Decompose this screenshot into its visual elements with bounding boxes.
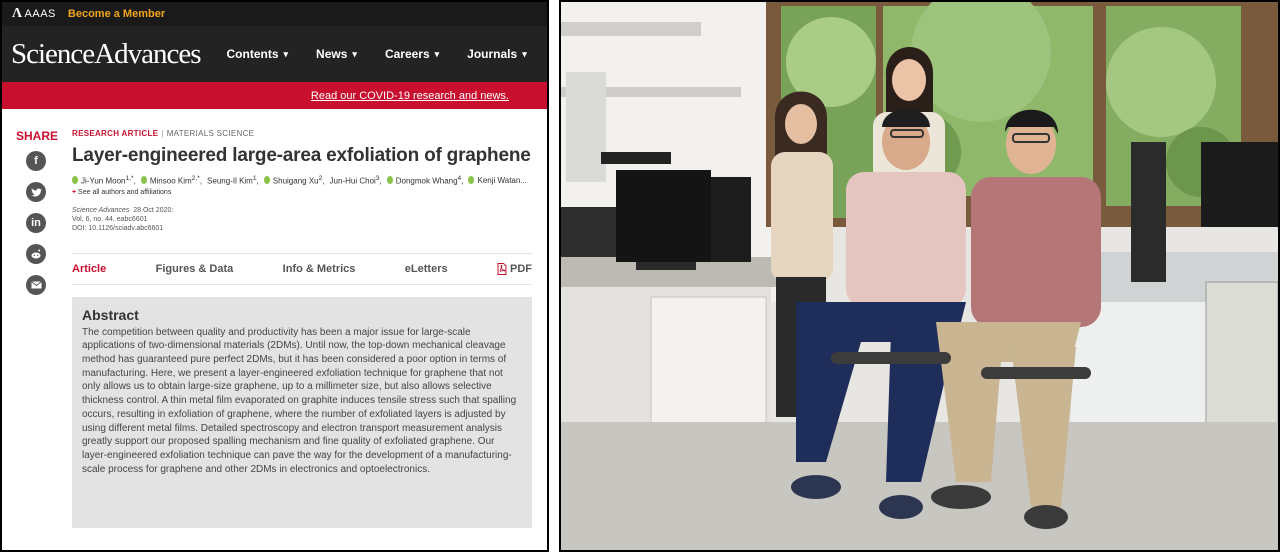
article-tabs: Article Figures & Data Info & Metrics eL… xyxy=(72,252,532,285)
author-name[interactable]: Dongmok Whang4, xyxy=(396,175,464,186)
tab-info-metrics[interactable]: Info & Metrics xyxy=(283,263,356,275)
author-name[interactable]: Jun-Hui Choi3, xyxy=(330,175,382,186)
orcid-icon[interactable] xyxy=(263,176,270,185)
author-name[interactable]: Kenji Watan... xyxy=(477,176,527,185)
see-all-authors-label: See all authors and affiliations xyxy=(78,188,172,196)
aaas-logo[interactable]: Λ AAAS xyxy=(12,7,56,21)
share-sidebar: SHARE f in xyxy=(16,129,59,306)
volume-info: Vol. 6, no. 44, eabc6601 xyxy=(72,215,148,223)
tab-article[interactable]: Article xyxy=(72,263,106,275)
citation-meta: Science Advances 28 Oct 2020: Vol. 6, no… xyxy=(72,206,532,233)
tab-eletters[interactable]: eLetters xyxy=(405,263,448,275)
chevron-down-icon: ▾ xyxy=(522,48,527,59)
orcid-icon[interactable] xyxy=(468,176,475,185)
nav-contents[interactable]: Contents ▾ xyxy=(227,47,289,61)
abstract-section: Abstract The competition between quality… xyxy=(72,296,532,528)
email-icon[interactable] xyxy=(26,275,46,295)
chevron-down-icon: ▾ xyxy=(283,48,289,59)
aaas-logo-text: AAAS xyxy=(24,8,56,20)
plus-icon: + xyxy=(72,188,77,196)
tab-pdf[interactable]: PDF xyxy=(497,262,532,275)
orcid-icon[interactable] xyxy=(72,176,78,185)
abstract-heading: Abstract xyxy=(82,306,139,323)
author-name[interactable]: Shuigang Xu2, xyxy=(273,175,325,186)
citation-line: Science Advances 28 Oct 2020: xyxy=(72,206,532,215)
see-all-authors-link[interactable]: + See all authors and affiliations xyxy=(72,189,532,196)
lab-team-photo xyxy=(559,0,1280,552)
abstract-text: The competition between quality and prod… xyxy=(82,326,517,475)
nav-journals-label: Journals xyxy=(467,47,518,61)
photo-illustration xyxy=(561,2,1278,550)
kicker-separator: | xyxy=(161,129,164,138)
tab-figures-data[interactable]: Figures & Data xyxy=(156,263,234,275)
reddit-icon[interactable] xyxy=(26,244,46,264)
author-list: Ji-Yun Moon1,*, Minsoo Kim2,*, Seung-Il … xyxy=(72,175,532,186)
covid-news-link[interactable]: Read our COVID-19 research and news. xyxy=(311,90,509,102)
author-name[interactable]: Ji-Yun Moon1,*, xyxy=(81,175,136,186)
article-kicker: RESEARCH ARTICLE | MATERIALS SCIENCE xyxy=(72,129,532,138)
main-nav: ScienceAdvances Contents ▾ News ▾ Career… xyxy=(2,26,547,82)
nav-contents-label: Contents xyxy=(226,47,279,61)
journal-brand-logo[interactable]: ScienceAdvances xyxy=(11,38,202,71)
article-main: RESEARCH ARTICLE | MATERIALS SCIENCE Layer… xyxy=(72,129,532,528)
top-bar: Λ AAAS Become a Member xyxy=(2,2,547,26)
aaas-logo-icon: Λ xyxy=(12,6,23,21)
facebook-icon[interactable]: f xyxy=(26,151,46,171)
chevron-down-icon: ▾ xyxy=(434,48,440,59)
journal-name: Science Advances xyxy=(72,206,130,214)
article-content: SHARE f in RESEARCH ARTICLE | MATERIALS SC… xyxy=(2,109,547,550)
share-label: SHARE xyxy=(16,129,59,143)
nav-news[interactable]: News ▾ xyxy=(316,47,357,61)
doi[interactable]: DOI: 10.1126/sciadv.abc6601 xyxy=(72,224,532,233)
author-name[interactable]: Seung-Il Kim1, xyxy=(207,175,259,186)
nav-journals[interactable]: Journals ▾ xyxy=(467,47,527,61)
orcid-icon[interactable] xyxy=(386,176,393,185)
nav-careers[interactable]: Careers ▾ xyxy=(385,47,439,61)
author-name[interactable]: Minsoo Kim2,*, xyxy=(150,175,202,186)
article-screenshot: Λ AAAS Become a Member ScienceAdvances C… xyxy=(0,0,549,552)
twitter-icon[interactable] xyxy=(26,182,46,202)
tab-pdf-label: PDF xyxy=(509,262,532,275)
become-member-link[interactable]: Become a Member xyxy=(68,8,165,20)
linkedin-icon[interactable]: in xyxy=(26,213,46,233)
article-subject[interactable]: MATERIALS SCIENCE xyxy=(167,129,255,138)
orcid-icon[interactable] xyxy=(140,176,147,185)
nav-news-label: News xyxy=(316,47,348,61)
covid-banner: Read our COVID-19 research and news. xyxy=(2,82,547,109)
article-title: Layer-engineered large-area exfoliation … xyxy=(72,145,531,166)
pdf-icon xyxy=(497,262,507,275)
pub-date: 28 Oct 2020: xyxy=(133,206,174,214)
chevron-down-icon: ▾ xyxy=(352,48,357,59)
nav-careers-label: Careers xyxy=(384,47,430,61)
article-type[interactable]: RESEARCH ARTICLE xyxy=(72,129,158,138)
